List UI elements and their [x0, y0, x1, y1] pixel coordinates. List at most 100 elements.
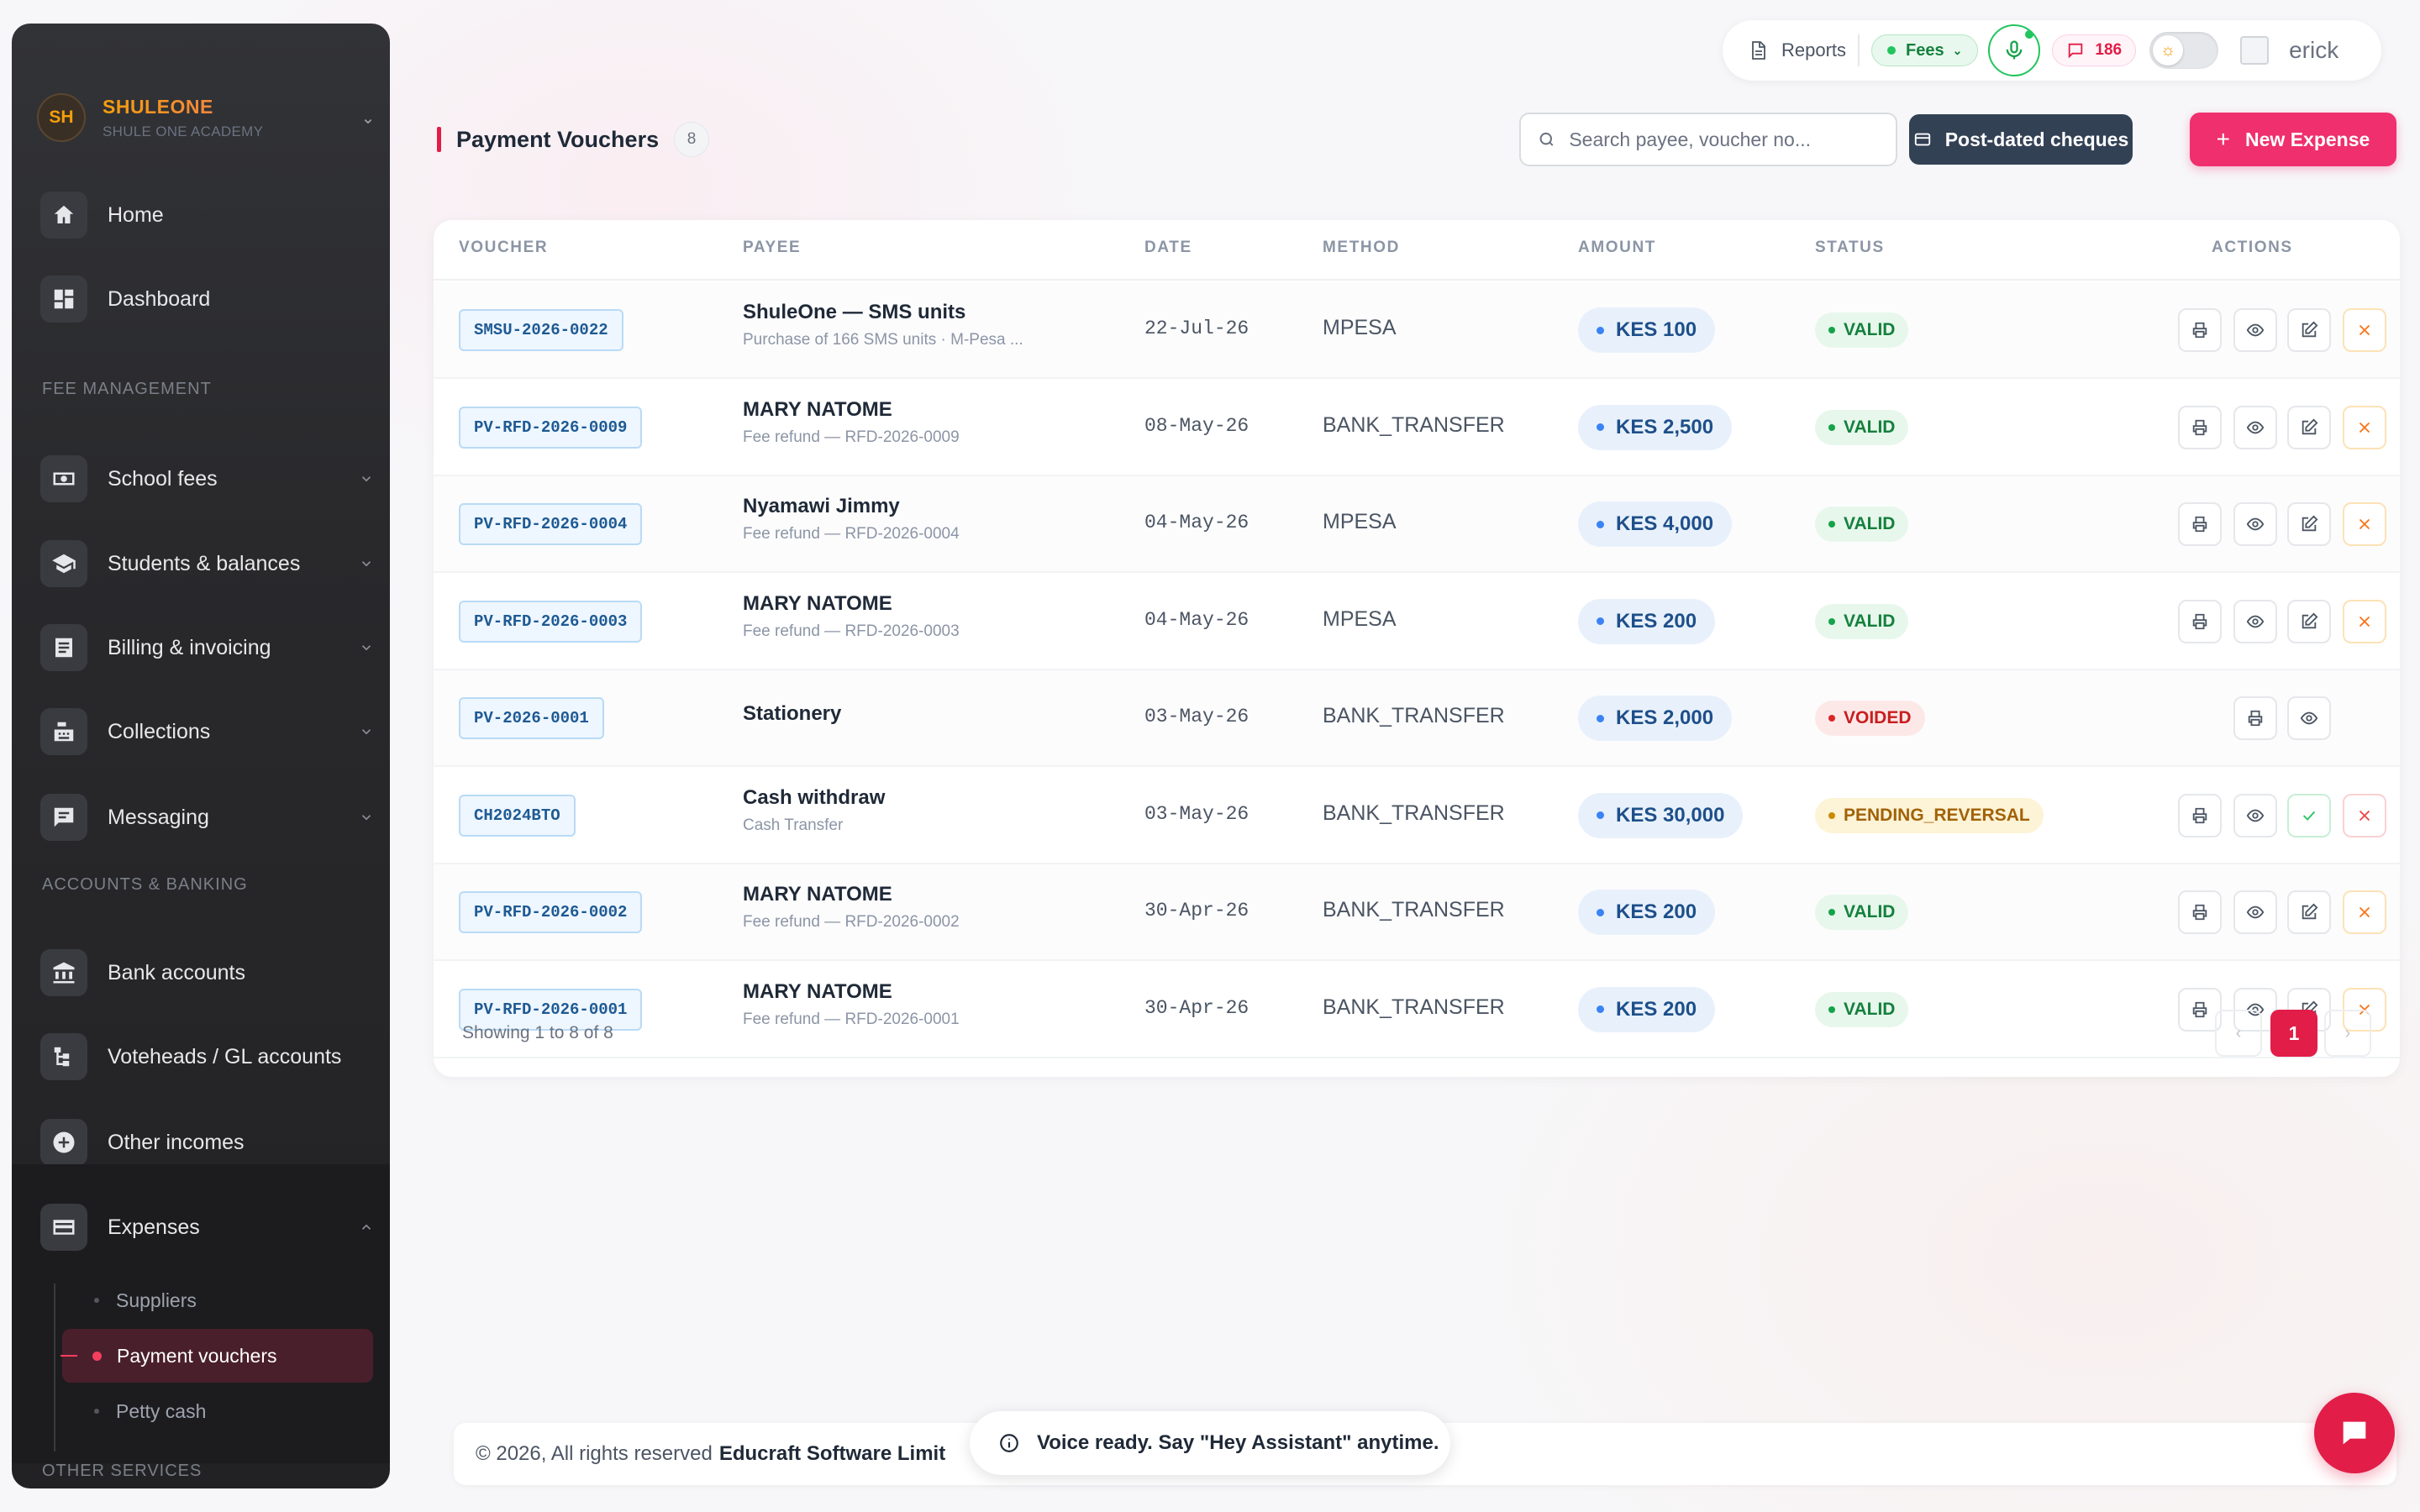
post-dated-cheques-button[interactable]: Post-dated cheques: [1909, 114, 2133, 165]
status-badge: VOIDED: [1815, 701, 1925, 736]
sidebar-item-collections[interactable]: Collections: [40, 705, 376, 759]
payee-cell: Cash withdraw Cash Transfer: [743, 786, 885, 835]
edit-icon: [2300, 903, 2318, 921]
reports-label: Reports: [1781, 39, 1847, 60]
page-1-button[interactable]: 1: [2270, 1010, 2317, 1057]
col-voucher[interactable]: VOUCHER: [459, 239, 548, 257]
sidebar-item-messaging[interactable]: Messaging: [40, 790, 376, 844]
sidebar-item-bank-accounts[interactable]: Bank accounts: [40, 946, 376, 1000]
eye-icon: [2246, 418, 2265, 437]
next-page-button[interactable]: ›: [2324, 1010, 2371, 1057]
chat-support-button[interactable]: [2314, 1393, 2395, 1473]
table-row[interactable]: PV-RFD-2026-0002 MARY NATOME Fee refund — …: [434, 864, 2400, 961]
sidebar-item-other-incomes[interactable]: Other incomes: [40, 1116, 376, 1169]
col-amount[interactable]: AMOUNT: [1578, 239, 1656, 257]
edit-button[interactable]: [2287, 502, 2331, 546]
amount-value: KES 200: [1616, 997, 1697, 1021]
sidebar-item-students[interactable]: Students & balances: [40, 537, 376, 591]
view-button[interactable]: [2233, 890, 2277, 934]
sidebar-item-voteheads[interactable]: Voteheads / GL accounts: [40, 1030, 376, 1084]
view-button[interactable]: [2233, 405, 2277, 449]
view-button[interactable]: [2233, 599, 2277, 643]
module-switcher[interactable]: Fees ⌄: [1871, 34, 1979, 66]
reject-button[interactable]: [2343, 793, 2386, 837]
view-button[interactable]: [2233, 793, 2277, 837]
print-button[interactable]: [2178, 308, 2222, 352]
print-button[interactable]: [2178, 793, 2222, 837]
status-badge: VALID: [1815, 507, 1909, 542]
voucher-number[interactable]: PV-2026-0001: [459, 697, 604, 739]
close-icon: [2355, 321, 2374, 339]
sidebar-subitem-payment-vouchers[interactable]: Payment vouchers: [60, 1329, 373, 1383]
sidebar-item-school-fees[interactable]: School fees: [40, 452, 376, 506]
reports-link[interactable]: Reports: [1748, 39, 1846, 61]
amount-value: KES 100: [1616, 318, 1697, 341]
col-method[interactable]: METHOD: [1323, 239, 1400, 257]
sidebar-item-expenses[interactable]: Expenses: [40, 1200, 376, 1254]
table-row[interactable]: PV-RFD-2026-0003 MARY NATOME Fee refund — …: [434, 574, 2400, 670]
voucher-number[interactable]: PV-RFD-2026-0004: [459, 503, 643, 545]
edit-button[interactable]: [2287, 599, 2331, 643]
payee-name: MARY NATOME: [743, 397, 892, 421]
voucher-number[interactable]: CH2024BTO: [459, 794, 576, 837]
table-row[interactable]: CH2024BTO Cash withdraw Cash Transfer 03-Ma…: [434, 768, 2400, 864]
sidebar-item-dashboard[interactable]: Dashboard: [40, 272, 376, 326]
print-button[interactable]: [2178, 502, 2222, 546]
sidebar-subitem-petty-cash[interactable]: Petty cash: [62, 1384, 373, 1438]
col-status[interactable]: STATUS: [1815, 239, 1885, 257]
edit-button[interactable]: [2287, 890, 2331, 934]
voucher-number[interactable]: PV-RFD-2026-0003: [459, 600, 643, 643]
prev-page-button[interactable]: ‹: [2215, 1010, 2262, 1057]
voice-assistant-button[interactable]: [1988, 24, 2041, 76]
col-payee[interactable]: PAYEE: [743, 239, 801, 257]
print-button[interactable]: [2178, 890, 2222, 934]
print-icon: [2191, 903, 2209, 921]
voucher-number[interactable]: SMSU-2026-0022: [459, 309, 623, 351]
table-row[interactable]: PV-RFD-2026-0001 MARY NATOME Fee refund — …: [434, 962, 2400, 1058]
status-badge: VALID: [1815, 991, 1909, 1027]
print-button[interactable]: [2178, 599, 2222, 643]
subitem-label: Payment vouchers: [117, 1344, 277, 1367]
view-button[interactable]: [2287, 696, 2331, 740]
edit-button[interactable]: [2287, 405, 2331, 449]
top-bar: Reports Fees ⌄ 186 ☼ erick: [1723, 20, 2381, 81]
table-row[interactable]: PV-RFD-2026-0009 MARY NATOME Fee refund — …: [434, 380, 2400, 476]
void-button[interactable]: [2343, 890, 2386, 934]
approve-button[interactable]: [2287, 793, 2331, 837]
message-icon: [40, 794, 87, 841]
table-row[interactable]: SMSU-2026-0022 ShuleOne — SMS units Purcha…: [434, 282, 2400, 379]
table-row[interactable]: PV-RFD-2026-0004 Nyamawi Jimmy Fee refund …: [434, 476, 2400, 573]
plus-circle-icon: [40, 1119, 87, 1166]
voucher-number[interactable]: PV-RFD-2026-0002: [459, 891, 643, 933]
page-header: Payment Vouchers 8: [437, 122, 710, 157]
void-button[interactable]: [2343, 405, 2386, 449]
payment-method: BANK_TRANSFER: [1323, 898, 1505, 921]
amount-value: KES 2,500: [1616, 415, 1714, 438]
user-avatar[interactable]: [2240, 36, 2270, 65]
search-input[interactable]: [1569, 128, 1879, 151]
void-button[interactable]: [2343, 502, 2386, 546]
edit-button[interactable]: [2287, 308, 2331, 352]
sidebar-item-home[interactable]: Home: [40, 188, 376, 242]
brand-name: SHULEONE: [103, 96, 358, 118]
payee-description: Fee refund — RFD-2026-0004: [743, 525, 960, 543]
messages-button[interactable]: 186: [2052, 34, 2137, 66]
void-button[interactable]: [2343, 599, 2386, 643]
new-expense-button[interactable]: + New Expense: [2190, 113, 2396, 166]
search-box[interactable]: [1519, 113, 1897, 166]
theme-toggle[interactable]: ☼: [2149, 32, 2219, 69]
print-button[interactable]: [2178, 405, 2222, 449]
voucher-number[interactable]: PV-RFD-2026-0009: [459, 406, 643, 449]
col-date[interactable]: DATE: [1144, 239, 1192, 257]
status-label: VALID: [1844, 417, 1896, 437]
view-button[interactable]: [2233, 308, 2277, 352]
table-row[interactable]: PV-2026-0001 Stationery 03-May-26 BANK_TRAN…: [434, 670, 2400, 767]
view-button[interactable]: [2233, 502, 2277, 546]
void-button[interactable]: [2343, 308, 2386, 352]
amount-badge: KES 100: [1578, 307, 1716, 353]
user-name[interactable]: erick: [2289, 37, 2338, 64]
sidebar-subitem-suppliers[interactable]: Suppliers: [62, 1273, 373, 1327]
print-button[interactable]: [2233, 696, 2277, 740]
sidebar-item-billing[interactable]: Billing & invoicing: [40, 621, 376, 675]
school-switcher[interactable]: SH SHULEONE SHULE ONE ACADEMY ⌄: [37, 87, 378, 148]
